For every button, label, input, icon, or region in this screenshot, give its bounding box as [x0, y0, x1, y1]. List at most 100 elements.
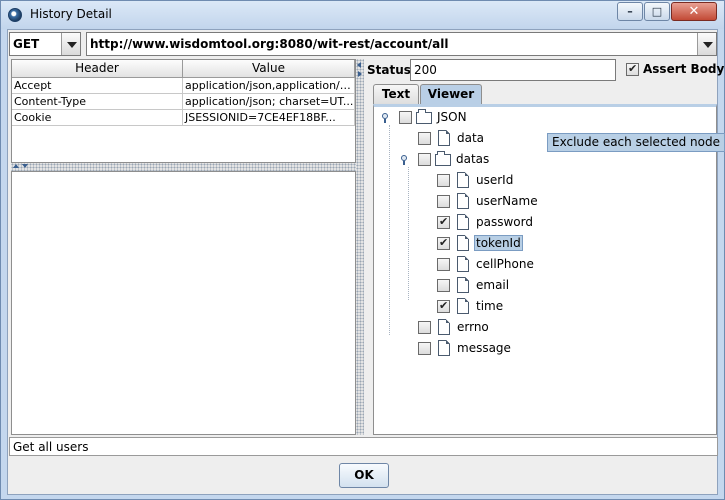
collapse-left-icon[interactable] — [357, 62, 361, 68]
ok-button[interactable]: OK — [339, 463, 389, 488]
assert-body-label: Assert Body — [643, 62, 725, 76]
tree-node-datas[interactable]: datas — [399, 151, 499, 169]
expand-handle-icon[interactable] — [380, 113, 390, 123]
tree-label: errno — [457, 320, 489, 334]
history-detail-window: History Detail – □ ✕ GET http://www.wisd… — [0, 0, 725, 500]
tree-label: userId — [476, 173, 514, 187]
response-panel: Status: 200 Assert Body Text Viewer JSON — [364, 59, 725, 435]
tooltip: Exclude each selected node — [547, 133, 725, 152]
column-header-header[interactable]: Header — [12, 60, 183, 78]
tree-checkbox[interactable] — [437, 236, 450, 250]
tree-node-password[interactable]: password — [418, 214, 533, 232]
chevron-down-icon — [703, 42, 713, 48]
checkbox-icon[interactable] — [626, 62, 639, 76]
tree-node-json[interactable]: JSON — [380, 109, 480, 127]
header-cell[interactable]: Content-Type — [12, 94, 183, 110]
description-value: Get all users — [13, 440, 89, 454]
method-select[interactable]: GET — [9, 32, 81, 56]
maximize-button[interactable]: □ — [644, 2, 670, 21]
title-bar[interactable]: History Detail – □ ✕ — [1, 1, 724, 29]
method-dropdown-button[interactable] — [61, 33, 80, 55]
status-label: Status: — [367, 63, 416, 77]
tree-label-selected: tokenId — [474, 235, 523, 251]
value-cell[interactable]: application/json,application/x... — [183, 78, 355, 94]
tree-label: datas — [456, 152, 490, 166]
tree-node-errno[interactable]: errno — [399, 319, 499, 337]
horizontal-splitter[interactable] — [11, 163, 356, 171]
collapse-up-icon[interactable] — [13, 164, 19, 168]
table-row[interactable]: Cookie JSESSIONID=7CE4EF18BF... — [12, 110, 355, 126]
file-icon — [457, 277, 469, 293]
status-value: 200 — [414, 63, 437, 77]
tree-checkbox[interactable] — [437, 299, 450, 313]
tree-checkbox[interactable] — [437, 174, 450, 187]
tree-checkbox[interactable] — [418, 321, 431, 334]
folder-icon — [416, 109, 432, 124]
headers-table[interactable]: Header Value Accept application/json,app… — [11, 59, 356, 163]
request-body-area[interactable] — [11, 171, 356, 435]
tree-label: message — [457, 341, 511, 355]
tree-node-tokenid[interactable]: tokenId — [418, 235, 528, 253]
tree-label: email — [476, 278, 510, 292]
minimize-button[interactable]: – — [617, 2, 643, 21]
tree-label: userName — [476, 194, 538, 208]
tree-checkbox[interactable] — [437, 258, 450, 271]
description-field[interactable]: Get all users — [9, 437, 718, 456]
maximize-icon: □ — [651, 5, 663, 18]
method-value: GET — [13, 37, 40, 51]
file-icon — [438, 340, 450, 356]
expand-handle-icon[interactable] — [399, 155, 409, 165]
file-icon — [457, 172, 469, 188]
header-cell[interactable]: Accept — [12, 78, 183, 94]
tree-checkbox[interactable] — [418, 342, 431, 355]
tree-checkbox[interactable] — [437, 215, 450, 229]
tab-text[interactable]: Text — [373, 84, 419, 104]
status-field[interactable]: 200 — [410, 59, 616, 81]
collapse-right-icon[interactable] — [358, 71, 362, 77]
file-icon — [438, 319, 450, 335]
tree-label: time — [476, 299, 504, 313]
tree-node-userid[interactable]: userId — [418, 172, 528, 190]
chevron-down-icon — [67, 42, 77, 48]
column-header-value[interactable]: Value — [183, 60, 355, 78]
dialog-content: GET http://www.wisdomtool.org:8080/wit-r… — [7, 29, 725, 495]
tree-node-time[interactable]: time — [418, 298, 528, 316]
tree-checkbox[interactable] — [418, 153, 431, 166]
file-icon — [438, 130, 450, 146]
value-cell[interactable]: JSESSIONID=7CE4EF18BF... — [183, 110, 355, 126]
table-row[interactable]: Accept application/json,application/x... — [12, 78, 355, 94]
tree-label: password — [476, 215, 533, 229]
value-cell[interactable]: application/json; charset=UT... — [183, 94, 355, 110]
tree-checkbox[interactable] — [418, 132, 431, 145]
tree-label: data — [457, 131, 485, 145]
tab-viewer[interactable]: Viewer — [420, 84, 482, 104]
tree-node-email[interactable]: email — [418, 277, 528, 295]
close-button[interactable]: ✕ — [671, 2, 717, 21]
tree-checkbox[interactable] — [437, 279, 450, 292]
file-icon — [457, 214, 469, 230]
tree-node-cellphone[interactable]: cellPhone — [418, 256, 534, 274]
close-icon: ✕ — [688, 4, 700, 19]
collapse-down-icon[interactable] — [22, 164, 28, 168]
file-icon — [457, 298, 469, 314]
file-icon — [457, 193, 469, 209]
url-value: http://www.wisdomtool.org:8080/wit-rest/… — [90, 37, 449, 51]
tree-label: JSON — [437, 110, 467, 124]
tree-node-username[interactable]: userName — [418, 193, 538, 211]
tree-node-message[interactable]: message — [399, 340, 511, 358]
folder-icon — [435, 151, 451, 166]
tree-checkbox[interactable] — [437, 195, 450, 208]
url-select[interactable]: http://www.wisdomtool.org:8080/wit-rest/… — [86, 32, 717, 56]
assert-body-checkbox[interactable]: Assert Body — [626, 62, 724, 78]
json-tree[interactable]: JSON data datas userId userName ✔ passwo… — [373, 104, 725, 435]
tree-checkbox[interactable] — [399, 111, 412, 124]
vertical-splitter[interactable] — [356, 59, 364, 435]
app-icon — [8, 8, 22, 22]
tree-node-data[interactable]: data — [399, 130, 499, 148]
file-icon — [457, 256, 469, 272]
request-panel: Header Value Accept application/json,app… — [11, 59, 356, 435]
table-row[interactable]: Content-Type application/json; charset=U… — [12, 94, 355, 110]
minimize-icon: – — [627, 5, 633, 18]
header-cell[interactable]: Cookie — [12, 110, 183, 126]
url-dropdown-button[interactable] — [697, 33, 716, 55]
